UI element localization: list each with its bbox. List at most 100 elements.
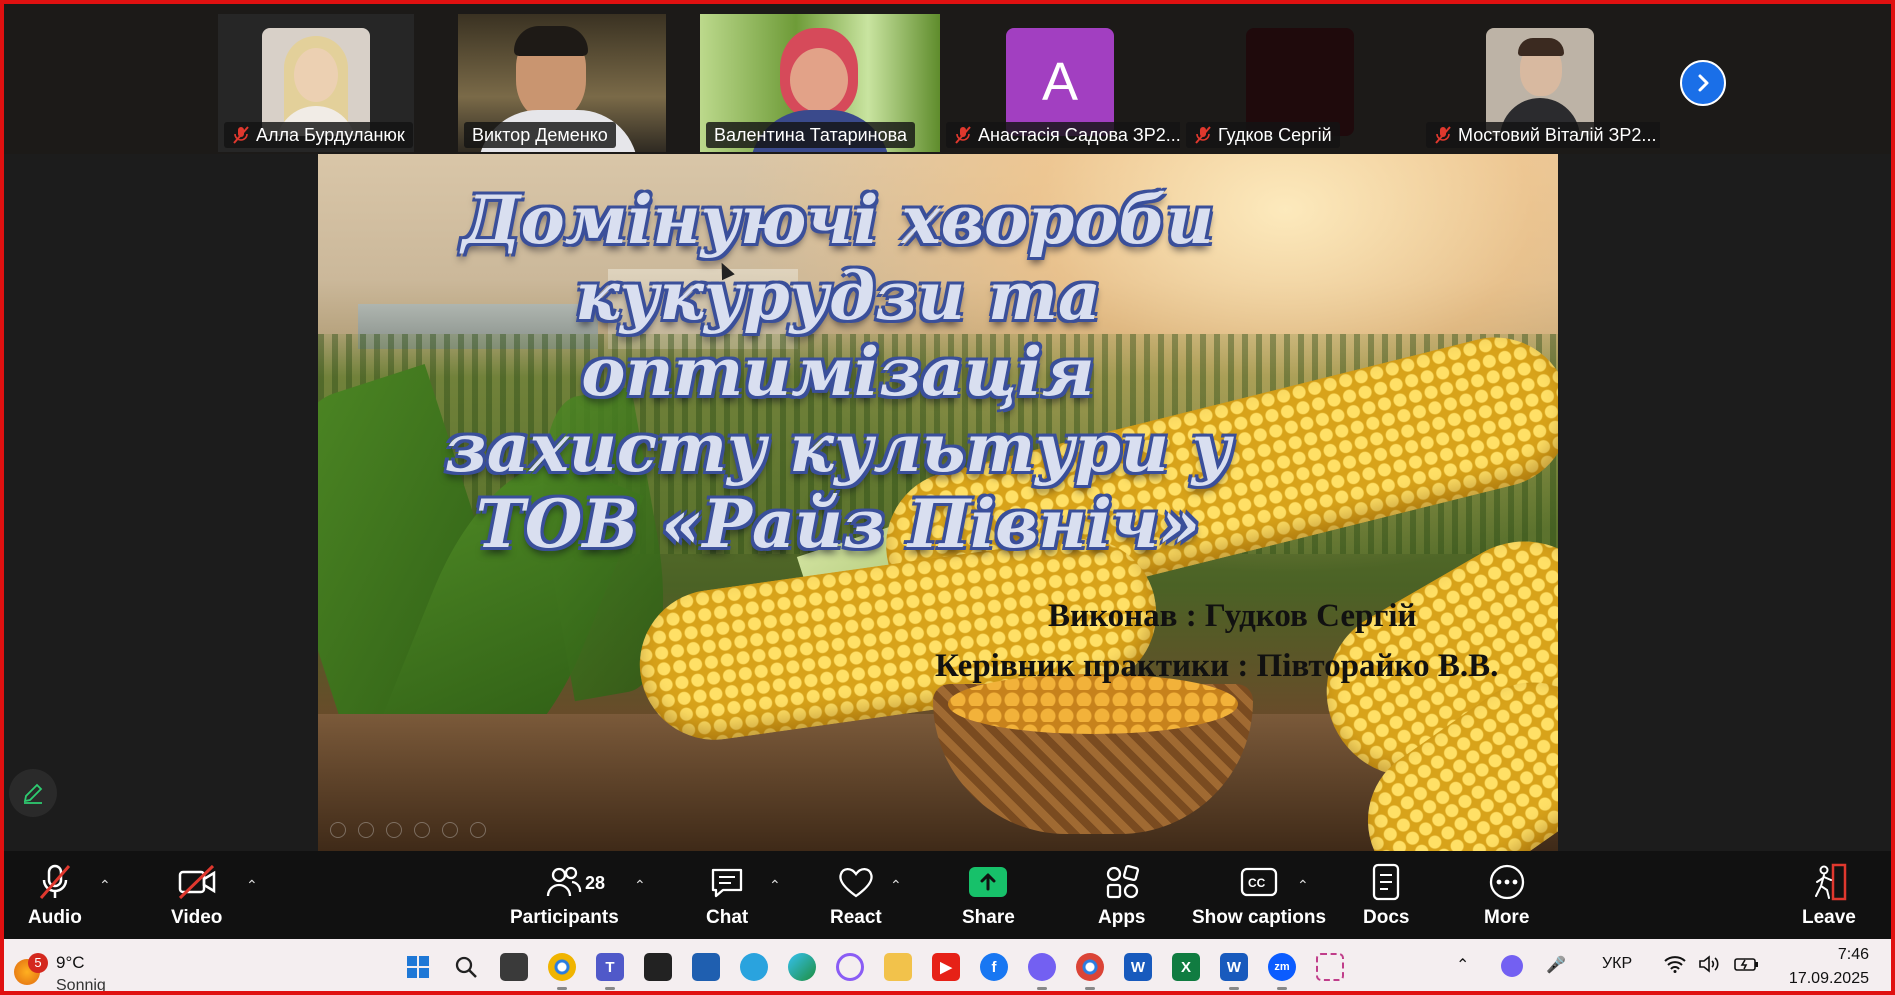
participant-tile[interactable]: Гудков Сергій	[1180, 14, 1420, 152]
volume-icon[interactable]	[1698, 955, 1720, 978]
system-clock[interactable]: 7:46 17.09.2025	[1789, 943, 1869, 991]
facebook-icon[interactable]: f	[980, 953, 1008, 981]
docs-button[interactable]: Docs	[1363, 861, 1409, 929]
file-explorer-icon[interactable]	[884, 953, 912, 981]
slide-tool-icon[interactable]	[414, 822, 430, 838]
participant-nameplate: Анастасія Садова ЗР2...	[946, 122, 1180, 148]
zoom-meeting-window: Алла Бурдуланюк Виктор Деменко Валентина…	[0, 0, 1895, 995]
battery-icon[interactable]	[1734, 955, 1760, 978]
react-label: React	[830, 907, 882, 928]
participant-name: Мостовий Віталій ЗР2...	[1458, 125, 1657, 145]
start-button[interactable]	[404, 953, 432, 981]
react-button[interactable]: React	[830, 861, 882, 929]
terminal-icon[interactable]	[644, 953, 672, 981]
store-icon[interactable]	[692, 953, 720, 981]
participant-tile-active-speaker[interactable]: Валентина Татаринова	[700, 14, 940, 152]
heart-icon	[839, 867, 873, 898]
slide-title-line: ТОВ «Райз Північ»	[475, 485, 1201, 563]
slide-tool-icon[interactable]	[330, 822, 346, 838]
apps-button[interactable]: Apps	[1098, 861, 1146, 929]
audio-button[interactable]: Audio	[28, 861, 82, 929]
captions-icon: CC	[1240, 867, 1278, 897]
chat-button[interactable]: Chat	[706, 861, 748, 929]
participant-nameplate: Гудков Сергій	[1186, 122, 1340, 148]
video-label: Video	[171, 907, 223, 928]
task-view-icon[interactable]	[500, 953, 528, 981]
participant-gallery: Алла Бурдуланюк Виктор Деменко Валентина…	[4, 4, 1891, 154]
viber-icon[interactable]	[1028, 953, 1056, 990]
leave-icon	[1814, 863, 1847, 901]
video-button[interactable]: Video	[171, 861, 222, 929]
participant-tile[interactable]: A Анастасія Садова ЗР2...	[940, 14, 1180, 152]
browser-icon[interactable]	[836, 953, 864, 981]
gallery-next-button[interactable]	[1680, 60, 1726, 106]
slide-tool-icon[interactable]	[358, 822, 374, 838]
apps-icon	[1106, 864, 1139, 899]
participant-tile[interactable]: Алла Бурдуланюк	[218, 14, 414, 152]
share-label: Share	[962, 907, 1015, 928]
participants-icon	[547, 866, 582, 897]
language-indicator[interactable]: УКР	[1602, 955, 1632, 973]
audio-options-caret-icon[interactable]: ⌃	[99, 877, 111, 894]
chrome-profile-icon[interactable]	[1076, 953, 1104, 990]
video-off-icon	[178, 864, 215, 900]
excel-icon[interactable]: X	[1172, 953, 1200, 981]
react-options-caret-icon[interactable]: ⌃	[890, 877, 902, 894]
show-captions-button[interactable]: CC Show captions	[1192, 861, 1326, 929]
search-button[interactable]	[452, 953, 480, 981]
chrome-icon[interactable]	[548, 953, 576, 990]
leave-button[interactable]: Leave	[1802, 861, 1856, 929]
annotate-button[interactable]	[9, 769, 57, 817]
weather-temperature: 9°C	[56, 953, 85, 972]
viber-tray-icon[interactable]	[1501, 955, 1523, 977]
word-icon[interactable]: W	[1124, 953, 1152, 981]
pencil-icon	[23, 783, 43, 804]
microphone-tray-icon[interactable]: 🎤	[1546, 955, 1566, 975]
share-button[interactable]: Share	[962, 861, 1015, 929]
edge-icon[interactable]	[788, 953, 816, 981]
leave-label: Leave	[1802, 907, 1856, 928]
youtube-icon[interactable]: ▶	[932, 953, 960, 981]
telegram-icon[interactable]	[740, 953, 768, 981]
participant-tile[interactable]: Виктор Деменко	[458, 14, 666, 152]
chat-icon	[711, 868, 743, 898]
zoom-icon[interactable]: zm	[1268, 953, 1296, 990]
share-screen-icon	[969, 867, 1008, 897]
slide-tool-icon[interactable]	[442, 822, 458, 838]
captions-options-caret-icon[interactable]: ⌃	[1297, 877, 1309, 894]
more-button[interactable]: More	[1484, 861, 1529, 929]
participant-name: Гудков Сергій	[1218, 125, 1332, 145]
participants-button[interactable]: Participants	[510, 861, 619, 929]
chat-options-caret-icon[interactable]: ⌃	[769, 877, 781, 894]
clock-date: 17.09.2025	[1788, 970, 1869, 987]
participant-nameplate: Виктор Деменко	[464, 122, 616, 148]
participant-name: Анастасія Садова ЗР2...	[978, 125, 1180, 145]
wifi-icon[interactable]	[1664, 955, 1686, 978]
mic-muted-icon	[1195, 126, 1211, 144]
chat-label: Chat	[706, 907, 749, 928]
svg-text:CC: CC	[1248, 876, 1266, 890]
weather-condition: Sonnig	[56, 977, 106, 994]
slide-title-line: Домінуючі хвороби	[462, 181, 1214, 259]
word-document-icon[interactable]: W	[1220, 953, 1248, 990]
participant-photo	[262, 28, 370, 136]
shared-screen-slide: Домінуючі хвороби кукурудзи та оптимізац…	[318, 154, 1558, 851]
slide-tool-icon[interactable]	[386, 822, 402, 838]
teams-icon[interactable]: T	[596, 953, 624, 990]
participants-options-caret-icon[interactable]: ⌃	[634, 877, 646, 894]
show-hidden-icons-chevron-icon[interactable]: ⌃	[1456, 955, 1469, 975]
slideshow-controls[interactable]	[330, 822, 486, 838]
mic-muted-icon	[39, 864, 71, 899]
participant-initial-avatar: A	[1006, 28, 1114, 136]
more-icon	[1489, 864, 1524, 900]
mic-muted-icon	[233, 126, 249, 144]
slide-tool-icon[interactable]	[470, 822, 486, 838]
weather-widget[interactable]: 5 9°C Sonnig	[10, 947, 150, 991]
meeting-toolbar: Audio ⌃ Video ⌃ Participants 28 ⌃ Chat ⌃…	[4, 851, 1891, 939]
participant-name: Виктор Деменко	[472, 125, 608, 145]
participant-tile[interactable]: Мостовий Віталій ЗР2...	[1420, 14, 1660, 152]
slide-title-line: захисту культури у	[444, 409, 1232, 487]
snipping-tool-icon[interactable]	[1316, 953, 1344, 981]
video-options-caret-icon[interactable]: ⌃	[246, 877, 258, 894]
windows-taskbar: 5 9°C Sonnig T ▶ f W X W zm ⌃ 🎤 УКР 7:46…	[4, 939, 1891, 991]
